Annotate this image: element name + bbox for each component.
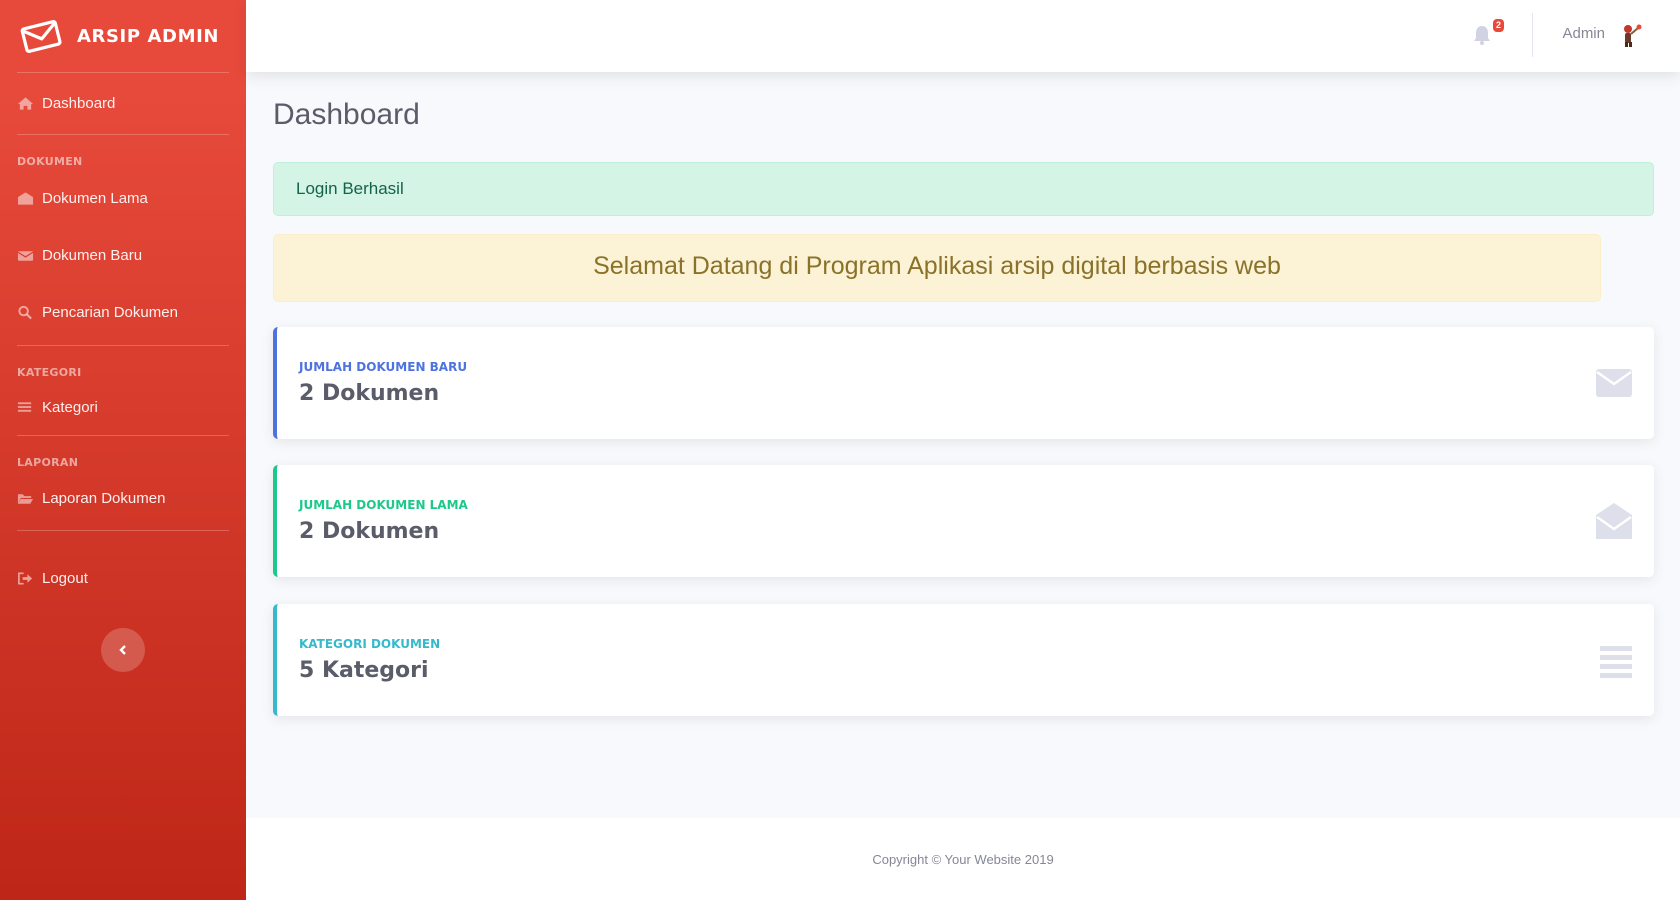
envelope-icon [1596,369,1632,397]
welcome-banner: Selamat Datang di Program Aplikasi arsip… [273,234,1601,302]
footer: Copyright © Your Website 2019 [246,818,1680,900]
card-label: Kategori Dokumen [299,637,441,651]
card-kategori-dokumen: Kategori Dokumen 5 Kategori [273,604,1654,716]
list-icon [17,402,32,412]
sidebar-item-dokumen-baru[interactable]: Dokumen Baru [0,227,246,284]
notification-badge: 2 [1492,19,1504,32]
avatar[interactable] [1620,22,1644,48]
sidebar-item-label: Dokumen Lama [42,189,148,207]
brand[interactable]: ARSIP ADMIN [0,0,246,72]
sidebar-item-kategori[interactable]: Kategori [0,380,246,435]
bell-icon[interactable] [1472,24,1492,46]
list-icon [1600,646,1632,678]
envelope-open-icon [1596,503,1632,539]
card-label: Jumlah Dokumen Lama [299,498,468,512]
sidebar-item-logout[interactable]: Logout [0,531,246,605]
topbar: 2 Admin [246,0,1680,72]
envelope-open-icon [17,191,34,205]
user-name[interactable]: Admin [1562,25,1605,42]
footer-copyright: Copyright © Your Website 2019 [872,852,1054,867]
sidebar-heading-laporan: LAPORAN [17,456,79,469]
sidebar-heading-kategori: KATEGORI [17,366,82,379]
card-value: 5 Kategori [299,658,429,683]
sidebar-item-laporan-dokumen[interactable]: Laporan Dokumen [0,470,246,526]
card-value: 2 Dokumen [299,519,440,544]
sidebar-item-label: Laporan Dokumen [42,489,166,507]
card-value: 2 Dokumen [299,381,440,406]
chevron-left-icon [119,645,126,655]
page-title: Dashboard [273,98,420,131]
sidebar-item-dashboard[interactable]: Dashboard [0,73,246,134]
card-jumlah-dokumen-baru: Jumlah Dokumen Baru 2 Dokumen [273,327,1654,439]
topbar-divider [1532,13,1533,57]
folder-open-icon [17,493,34,504]
sign-out-icon [18,571,33,585]
envelope-icon [17,251,34,261]
sidebar-heading-dokumen: DOKUMEN [17,155,83,168]
sidebar-item-label: Logout [42,569,88,587]
sidebar-item-label: Pencarian Dokumen [42,304,178,321]
sidebar-toggle-button[interactable] [101,628,145,672]
sidebar-item-label: Dokumen Baru [42,247,143,264]
main-content: Dashboard Login Berhasil Selamat Datang … [246,72,1680,818]
envelope-icon [20,20,62,53]
home-icon [17,97,34,110]
alert-success: Login Berhasil [273,162,1654,216]
sidebar-item-label: Kategori [42,399,98,416]
card-jumlah-dokumen-lama: Jumlah Dokumen Lama 2 Dokumen [273,465,1654,577]
sidebar-item-pencarian-dokumen[interactable]: Pencarian Dokumen [0,284,246,341]
search-icon [18,305,32,320]
sidebar-item-dokumen-lama[interactable]: Dokumen Lama [0,169,246,227]
sidebar-item-label: Dashboard [42,95,116,112]
sidebar: ARSIP ADMIN Dashboard DOKUMEN Dokumen La… [0,0,246,900]
brand-name: ARSIP ADMIN [77,25,220,47]
card-label: Jumlah Dokumen Baru [299,360,468,374]
